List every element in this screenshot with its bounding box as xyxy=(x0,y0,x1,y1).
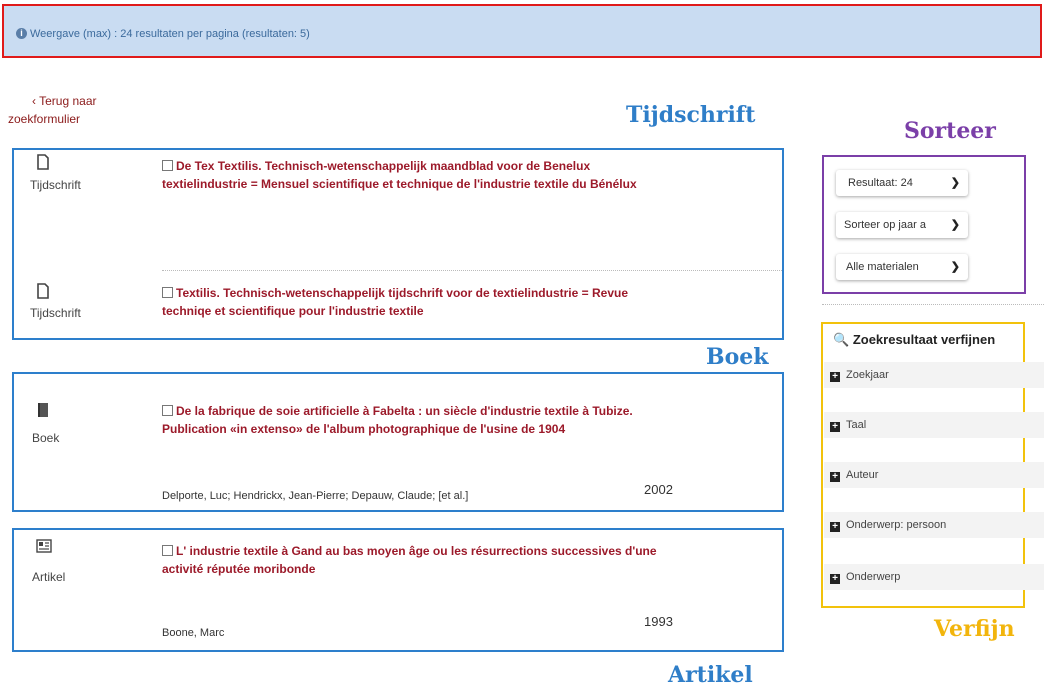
plus-square-icon: + xyxy=(830,522,840,532)
result-title-line1[interactable]: De Tex Textilis. Technisch-wetenschappel… xyxy=(176,159,590,173)
plus-square-icon: + xyxy=(830,472,840,482)
annotation-verfijn: Verfijn xyxy=(934,616,1015,642)
back-link-line2[interactable]: zoekformulier xyxy=(8,110,118,128)
annotation-artikel: Artikel xyxy=(668,662,753,688)
search-icon: 🔍 xyxy=(833,332,850,347)
result-title-line1[interactable]: Textilis. Technisch-wetenschappelijk tij… xyxy=(176,286,628,300)
sort-order-value: Sorteer op jaar a xyxy=(844,219,926,231)
result-divider xyxy=(162,270,782,271)
result-title-line1[interactable]: L' industrie textile à Gand au bas moyen… xyxy=(176,544,657,558)
facet-label: Zoekjaar xyxy=(846,369,889,381)
result-authors: Delporte, Luc; Hendrickx, Jean-Pierre; D… xyxy=(162,490,469,502)
result-year: 2002 xyxy=(644,482,673,497)
result-type-label: Tijdschrift xyxy=(30,178,81,192)
facet-zoekjaar[interactable]: + Zoekjaar xyxy=(824,362,1044,388)
result-type-label: Boek xyxy=(32,431,60,445)
result-title-link[interactable]: L' industrie textile à Gand au bas moyen… xyxy=(162,542,784,578)
result-title-line2[interactable]: textielindustrie = Mensuel scientifique … xyxy=(162,177,637,191)
facet-onderwerp-persoon[interactable]: + Onderwerp: persoon xyxy=(824,512,1044,538)
result-title-line2[interactable]: Publication «in extenso» de l'album phot… xyxy=(162,422,565,436)
result-authors: Boone, Marc xyxy=(162,627,225,639)
info-circle-icon: i xyxy=(16,28,27,39)
facet-auteur[interactable]: + Auteur xyxy=(824,462,1044,488)
annotation-sorteer: Sorteer xyxy=(904,118,996,144)
result-title-link[interactable]: Textilis. Technisch-wetenschappelijk tij… xyxy=(162,284,782,320)
result-title-line2[interactable]: techniqe et scientifique pour l'industri… xyxy=(162,304,424,318)
result-type-label: Artikel xyxy=(32,570,66,584)
select-checkbox[interactable] xyxy=(162,405,173,416)
plus-square-icon: + xyxy=(830,574,840,584)
annotation-tijdschrift: Tijdschrift xyxy=(626,102,756,128)
result-year: 1993 xyxy=(644,614,673,629)
info-bar: i Weergave (max) : 24 resultaten per pag… xyxy=(2,4,1042,58)
document-icon xyxy=(37,283,49,299)
results-per-page-select[interactable]: Resultaat: 24 ❯ xyxy=(836,170,968,196)
result-title-link[interactable]: De Tex Textilis. Technisch-wetenschappel… xyxy=(162,157,782,193)
document-icon xyxy=(37,154,49,170)
sort-order-select[interactable]: Sorteer op jaar a ❯ xyxy=(836,212,968,238)
material-type-select[interactable]: Alle materialen ❯ xyxy=(836,254,968,280)
back-link-line1[interactable]: ‹ Terug naar xyxy=(8,92,118,110)
select-checkbox[interactable] xyxy=(162,287,173,298)
panel-divider xyxy=(822,304,1044,305)
refine-title: Zoekresultaat verfijnen xyxy=(852,332,996,347)
result-title-line2[interactable]: activité réputée moribonde xyxy=(162,562,315,576)
facet-onderwerp[interactable]: + Onderwerp xyxy=(824,564,1044,590)
info-text: Weergave (max) : 24 resultaten per pagin… xyxy=(30,28,310,40)
chevron-down-icon: ❯ xyxy=(950,177,960,189)
plus-square-icon: + xyxy=(830,422,840,432)
result-title-link[interactable]: De la fabrique de soie artificielle à Fa… xyxy=(162,402,784,438)
facet-label: Onderwerp: persoon xyxy=(846,519,947,531)
result-type-label: Tijdschrift xyxy=(30,306,81,320)
chevron-down-icon: ❯ xyxy=(950,219,960,231)
result-title-line1[interactable]: De la fabrique de soie artificielle à Fa… xyxy=(176,404,633,418)
book-icon xyxy=(38,403,48,417)
newspaper-icon xyxy=(36,539,52,553)
results-per-page-value: Resultaat: 24 xyxy=(848,177,913,189)
material-type-value: Alle materialen xyxy=(846,261,919,273)
refine-heading: 🔍 Zoekresultaat verfijnen xyxy=(833,332,1043,348)
facet-label: Auteur xyxy=(846,469,879,481)
facet-label: Onderwerp xyxy=(846,571,901,583)
plus-square-icon: + xyxy=(830,372,840,382)
facet-taal[interactable]: + Taal xyxy=(824,412,1044,438)
chevron-down-icon: ❯ xyxy=(950,261,960,273)
select-checkbox[interactable] xyxy=(162,160,173,171)
select-checkbox[interactable] xyxy=(162,545,173,556)
back-to-search-link[interactable]: ‹ Terug naar zoekformulier xyxy=(8,92,118,128)
annotation-boek: Boek xyxy=(706,344,769,370)
facet-label: Taal xyxy=(846,419,867,431)
